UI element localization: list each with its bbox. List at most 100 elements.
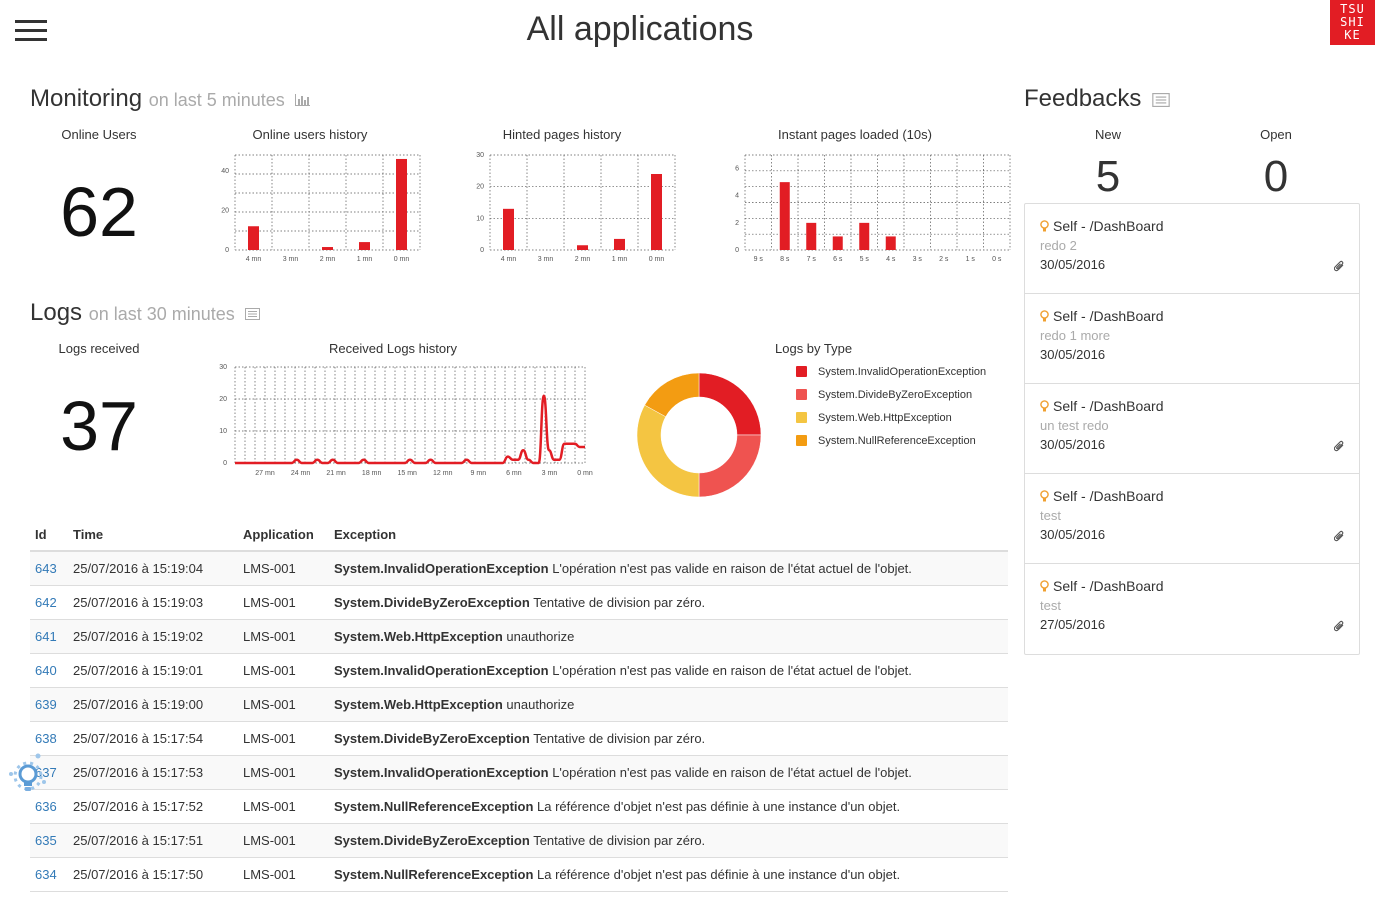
log-application-cell: LMS-001 — [238, 789, 329, 824]
table-row[interactable]: 641 25/07/2016 à 15:19:02 LMS-001 System.We… — [30, 619, 1008, 654]
exception-message: Tentative de division par zéro. — [533, 594, 706, 610]
logs-by-type-legend: System.InvalidOperationException System.… — [796, 360, 986, 452]
x-tick-label: 18 mn — [362, 470, 382, 477]
column-header-time[interactable]: Time — [68, 518, 238, 552]
log-id-cell: 642 — [30, 585, 68, 620]
paperclip-icon[interactable] — [1334, 530, 1345, 542]
legend-item[interactable]: System.DivideByZeroException — [796, 383, 986, 406]
logs-subtitle: on last 30 minutes — [88, 304, 235, 324]
exception-type: System.NullReferenceException — [334, 866, 534, 882]
exception-type: System.DivideByZeroException — [334, 594, 530, 610]
legend-swatch — [796, 435, 807, 446]
feedback-card[interactable]: Self - /DashBoard test 30/05/2016 — [1025, 474, 1359, 564]
x-tick-label: 0 s — [992, 256, 1002, 263]
log-id-link[interactable]: 635 — [35, 833, 57, 848]
y-tick-label: 0 — [225, 247, 229, 254]
log-time-cell: 25/07/2016 à 15:17:52 — [68, 789, 238, 824]
x-tick-label: 6 mn — [506, 470, 522, 477]
table-row[interactable]: 642 25/07/2016 à 15:19:03 LMS-001 System.Di… — [30, 585, 1008, 620]
log-id-cell: 638 — [30, 721, 68, 756]
feedback-card[interactable]: Self - /DashBoard redo 2 30/05/2016 — [1025, 204, 1359, 294]
x-tick-label: 15 mn — [397, 470, 417, 477]
instant-pages-loaded-title: Instant pages loaded (10s) — [778, 127, 932, 142]
feedback-card[interactable]: Self - /DashBoard test 27/05/2016 — [1025, 564, 1359, 654]
log-id-link[interactable]: 640 — [35, 663, 57, 678]
log-id-link[interactable]: 636 — [35, 799, 57, 814]
table-row[interactable]: 635 25/07/2016 à 15:17:51 LMS-001 System.Di… — [30, 823, 1008, 858]
feedback-card[interactable]: Self - /DashBoard un test redo 30/05/2016 — [1025, 384, 1359, 474]
feedback-title-row: Self - /DashBoard — [1040, 488, 1344, 504]
table-row[interactable]: 634 25/07/2016 à 15:17:50 LMS-001 System.Nu… — [30, 857, 1008, 892]
y-tick-label: 10 — [476, 215, 484, 222]
x-tick-label: 3 mn — [542, 470, 558, 477]
brand-logo[interactable]: TSU SHI KE — [1330, 0, 1375, 45]
monitoring-title: Monitoring — [30, 85, 143, 112]
log-id-link[interactable]: 639 — [35, 697, 57, 712]
donut-slice — [698, 372, 762, 436]
logs-by-type-donut-chart — [636, 372, 762, 498]
column-header-exception[interactable]: Exception — [329, 518, 1008, 552]
table-row[interactable]: 639 25/07/2016 à 15:19:00 LMS-001 System.We… — [30, 687, 1008, 722]
table-row[interactable]: 643 25/07/2016 à 15:19:04 LMS-001 System.In… — [30, 551, 1008, 586]
log-id-cell: 635 — [30, 823, 68, 858]
feedback-card[interactable]: Self - /DashBoard redo 1 more 30/05/2016 — [1025, 294, 1359, 384]
feedbacks-new-label: New — [1094, 127, 1121, 142]
legend-swatch — [796, 412, 807, 423]
log-time-cell: 25/07/2016 à 15:17:53 — [68, 755, 238, 790]
instant-pages-loaded-chart: 0 2 4 6 9 s 8 s 7 s 6 s 5 s 4 s 3 s 2 s 1 s 0 s — [735, 154, 1011, 263]
x-tick-label: 0 mn — [577, 470, 593, 477]
feedback-title-row: Self - /DashBoard — [1040, 308, 1344, 324]
feedback-title: Self - /DashBoard — [1053, 488, 1164, 504]
lightbulb-icon — [1040, 399, 1049, 411]
feedback-subtitle: test — [1040, 508, 1061, 523]
list-icon[interactable] — [245, 307, 261, 320]
log-id-link[interactable]: 642 — [35, 595, 57, 610]
list-icon[interactable] — [1152, 92, 1170, 107]
exception-type: System.Web.HttpException — [334, 696, 503, 712]
log-application-cell: LMS-001 — [238, 857, 329, 892]
page-title: All applications — [526, 10, 754, 48]
feedback-title: Self - /DashBoard — [1053, 308, 1164, 324]
x-tick-label: 2 s — [939, 256, 949, 263]
hinted-pages-history-title: Hinted pages history — [502, 127, 622, 142]
log-id-link[interactable]: 641 — [35, 629, 57, 644]
exception-message: unauthorize — [506, 696, 575, 712]
feedback-date: 30/05/2016 — [1040, 437, 1106, 452]
x-tick-label: 5 s — [860, 256, 870, 263]
x-tick-label: 21 mn — [326, 470, 346, 477]
log-id-link[interactable]: 634 — [35, 867, 57, 882]
log-time-cell: 25/07/2016 à 15:17:54 — [68, 721, 238, 756]
column-header-application[interactable]: Application — [238, 518, 329, 552]
legend-item[interactable]: System.NullReferenceException — [796, 429, 986, 452]
log-id-link[interactable]: 643 — [35, 561, 57, 576]
help-lightbulb-icon[interactable] — [8, 752, 50, 798]
x-tick-label: 1 s — [966, 256, 976, 263]
feedbacks-title: Feedbacks — [1024, 85, 1142, 112]
monitoring-subtitle: on last 5 minutes — [148, 90, 285, 110]
log-id-link[interactable]: 638 — [35, 731, 57, 746]
feedback-subtitle: un test redo — [1040, 418, 1109, 433]
log-time-cell: 25/07/2016 à 15:19:02 — [68, 619, 238, 654]
x-tick-label: 3 mn — [283, 256, 299, 263]
log-application-cell: LMS-001 — [238, 755, 329, 790]
column-header-id[interactable]: Id — [30, 518, 68, 552]
table-row[interactable]: 636 25/07/2016 à 15:17:52 LMS-001 System.Nu… — [30, 789, 1008, 824]
table-row[interactable]: 637 25/07/2016 à 15:17:53 LMS-001 System.In… — [30, 755, 1008, 790]
bar-chart-icon[interactable] — [295, 93, 311, 106]
table-row[interactable]: 640 25/07/2016 à 15:19:01 LMS-001 System.In… — [30, 653, 1008, 688]
paperclip-icon[interactable] — [1334, 440, 1345, 452]
paperclip-icon[interactable] — [1334, 260, 1345, 272]
table-row[interactable]: 638 25/07/2016 à 15:17:54 LMS-001 System.Di… — [30, 721, 1008, 756]
legend-item[interactable]: System.InvalidOperationException — [796, 360, 986, 383]
exception-message: L'opération n'est pas valide en raison d… — [552, 662, 912, 678]
paperclip-icon[interactable] — [1334, 620, 1345, 632]
feedback-subtitle: redo 1 more — [1040, 328, 1111, 343]
monitoring-section-title: Monitoring on last 5 minutes — [30, 85, 311, 113]
feedbacks-section-title: Feedbacks — [1024, 85, 1170, 113]
x-tick-label: 1 mn — [612, 256, 628, 263]
legend-item[interactable]: System.Web.HttpException — [796, 406, 986, 429]
exception-message: L'opération n'est pas valide en raison d… — [552, 560, 912, 576]
exception-type: System.InvalidOperationException — [334, 764, 549, 780]
x-tick-label: 4 mn — [246, 256, 262, 263]
feedback-title-row: Self - /DashBoard — [1040, 218, 1344, 234]
